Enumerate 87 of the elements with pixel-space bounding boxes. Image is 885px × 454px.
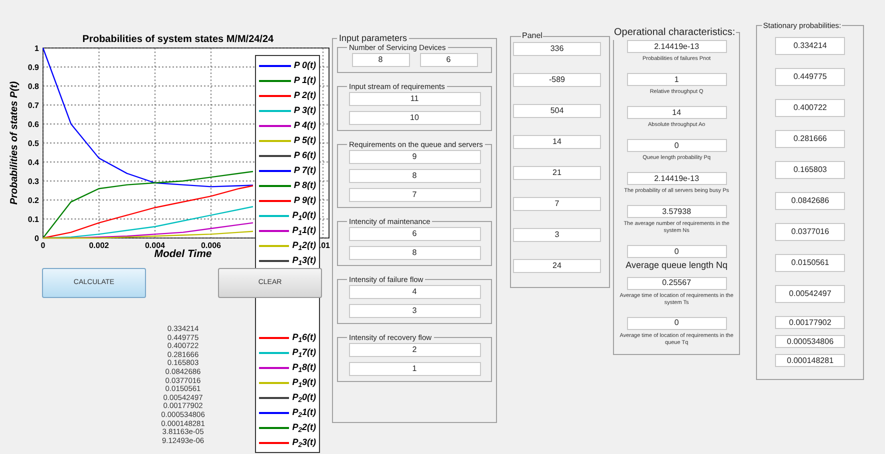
panel-title: Input parameters xyxy=(338,33,408,43)
number-field[interactable]: 8 xyxy=(348,246,480,260)
legend-label: P$_{2}$1(t) xyxy=(292,408,316,417)
y-tick-label: 0.4 xyxy=(28,158,39,167)
number-field[interactable]: 2.14419e-13 xyxy=(626,172,727,185)
number-field[interactable]: 21 xyxy=(513,166,601,180)
number-field[interactable]: 8 xyxy=(352,53,410,67)
x-tick-label: 0.002 xyxy=(88,241,110,250)
number-field[interactable]: 8 xyxy=(348,169,480,183)
x-tick-label: 0 xyxy=(40,241,46,250)
number-field[interactable]: 0.400722 xyxy=(775,99,846,118)
number-field[interactable]: 4 xyxy=(348,285,480,299)
y-tick-label: 0.3 xyxy=(28,177,39,186)
number-field[interactable]: 336 xyxy=(513,42,601,56)
number-field[interactable]: 0.000534806 xyxy=(775,335,846,348)
number-field[interactable]: 3.57938 xyxy=(626,205,727,218)
number-field[interactable]: 6 xyxy=(348,227,480,241)
number-field[interactable]: 0.281666 xyxy=(775,130,846,148)
legend-label: P$_{1}$3(t) xyxy=(292,256,316,265)
legend-label: P$_{2}$0(t) xyxy=(292,393,316,402)
legend-label: P 2(t) xyxy=(294,91,316,100)
y-tick-label: 0.7 xyxy=(28,101,39,110)
number-field[interactable]: 0.25567 xyxy=(626,276,727,290)
number-field[interactable]: 7 xyxy=(513,197,601,211)
number-field[interactable]: 11 xyxy=(348,92,480,106)
panel-title: Operational characteristics: xyxy=(613,26,736,40)
number-field[interactable]: 0 xyxy=(626,139,727,152)
y-tick-label: 0.1 xyxy=(28,215,39,224)
legend-label: P 6(t) xyxy=(294,151,316,160)
y-tick-label: 0.2 xyxy=(28,196,39,205)
legend-label: P$_{1}$7(t) xyxy=(292,348,316,357)
number-field[interactable]: 2 xyxy=(348,343,480,357)
panel-title: Panel xyxy=(521,30,544,42)
number-field[interactable]: 1 xyxy=(348,362,480,376)
y-tick-label: 0.6 xyxy=(28,120,39,129)
number-field[interactable]: 2.14419e-13 xyxy=(626,40,727,53)
legend-label: P$_{2}$2(t) xyxy=(292,423,316,432)
number-field[interactable]: 7 xyxy=(348,188,480,202)
number-field[interactable]: 0.00542497 xyxy=(775,285,846,304)
legend-label: P$_{1}$9(t) xyxy=(292,378,316,387)
legend-label: P 8(t) xyxy=(294,181,316,190)
chart-title: Probabilities of system states M/M/24/24 xyxy=(82,34,274,45)
number-field[interactable]: 14 xyxy=(626,106,727,119)
legend-label: P 1(t) xyxy=(294,76,316,85)
number-field[interactable]: 24 xyxy=(513,259,601,273)
number-field[interactable]: 0.000148281 xyxy=(775,354,846,368)
x-tick-label: 0.004 xyxy=(144,241,166,250)
number-field[interactable]: 9 xyxy=(348,150,480,164)
y-tick-label: 1 xyxy=(34,44,39,53)
legend-label: P$_{1}$6(t) xyxy=(292,333,316,342)
x-tick-label: 0.006 xyxy=(200,241,222,250)
legend-label: P 3(t) xyxy=(294,106,316,115)
number-field[interactable]: 0.449775 xyxy=(775,68,846,86)
legend-label: P 4(t) xyxy=(294,121,316,130)
number-field[interactable]: 0.0150561 xyxy=(775,254,846,272)
number-field[interactable]: 0 xyxy=(626,316,727,330)
y-axis-label: Probabilities of states P(t) xyxy=(9,81,20,205)
legend-label: P$_{1}$2(t) xyxy=(292,241,316,250)
legend-label: P$_{1}$1(t) xyxy=(292,226,316,235)
number-field[interactable]: 1 xyxy=(626,73,727,86)
legend-label: P$_{2}$3(t) xyxy=(292,438,316,447)
y-tick-label: 0.9 xyxy=(28,63,39,72)
legend-label: P 7(t) xyxy=(294,166,316,175)
x-axis-label: Model Time xyxy=(154,248,212,260)
number-field[interactable]: 6 xyxy=(420,53,478,67)
number-field[interactable]: 14 xyxy=(513,135,601,149)
number-field[interactable]: 0.165803 xyxy=(775,161,846,180)
legend-label: P 5(t) xyxy=(294,136,316,145)
field-caption: Average queue length Nq xyxy=(626,259,728,272)
number-field[interactable]: 0.00177902 xyxy=(775,316,846,330)
y-tick-label: 0 xyxy=(34,234,39,243)
number-field[interactable]: -589 xyxy=(513,73,601,87)
number-field[interactable]: 3 xyxy=(348,304,480,318)
legend-label: P$_{1}$0(t) xyxy=(292,211,316,220)
number-field[interactable]: 0 xyxy=(626,245,727,258)
number-field[interactable]: 3 xyxy=(513,228,601,242)
y-tick-label: 0.5 xyxy=(28,139,39,148)
legend-label: P$_{1}$8(t) xyxy=(292,363,316,372)
legend-label: P 9(t) xyxy=(294,196,316,205)
y-tick-label: 0.8 xyxy=(28,82,39,91)
x-tick-label: .01 xyxy=(318,241,330,250)
number-field[interactable]: 10 xyxy=(348,111,480,125)
legend-label: P 0(t) xyxy=(294,61,316,70)
number-field[interactable]: 504 xyxy=(513,104,601,118)
number-field[interactable]: 0.0377016 xyxy=(775,223,846,242)
number-field[interactable]: 0.0842686 xyxy=(775,192,846,210)
number-field[interactable]: 0.334214 xyxy=(775,37,846,56)
